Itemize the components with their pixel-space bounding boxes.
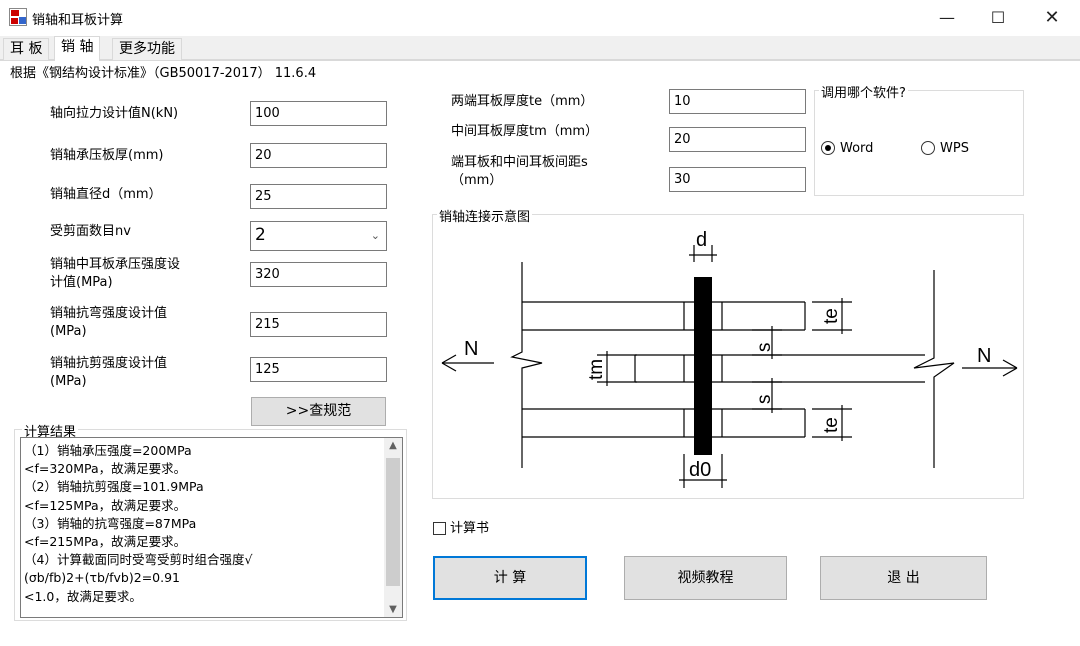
pin-connection-diagram: d d0 N N te te s s tm	[441, 229, 1018, 488]
results-scrollbar[interactable]: ▲ ▼	[384, 438, 402, 617]
maximize-icon[interactable]: ☐	[975, 0, 1021, 36]
bending-strength-label-2: (MPa)	[50, 324, 87, 339]
shear-planes-select[interactable]: 2 ⌄	[250, 221, 387, 251]
tab-more-functions[interactable]: 更多功能	[112, 38, 182, 60]
calculate-button[interactable]: 计 算	[433, 556, 587, 600]
diagram-label-s-bottom: s	[754, 395, 775, 405]
bearing-plate-label: 销轴承压板厚(mm)	[50, 148, 164, 163]
video-tutorial-button[interactable]: 视频教程	[624, 556, 787, 600]
end-plate-label: 两端耳板厚度te（mm）	[451, 94, 594, 109]
software-title: 调用哪个软件?	[819, 82, 908, 101]
lookup-code-button[interactable]: >>查规范	[251, 397, 386, 426]
bending-strength-label-1: 销轴抗弯强度设计值	[50, 306, 168, 321]
scroll-down-icon[interactable]: ▼	[384, 604, 402, 615]
shear-strength-label-1: 销轴抗剪强度设计值	[50, 356, 168, 371]
diagram-label-n-right: N	[977, 345, 991, 367]
bearing-plate-input[interactable]: 20	[250, 143, 387, 168]
wps-radio[interactable]	[921, 141, 935, 155]
results-text: （1）销轴承压强度=200MPa <f=320MPa，故满足要求。 （2）销轴抗…	[24, 443, 253, 604]
chevron-down-icon: ⌄	[370, 229, 380, 242]
axial-force-label: 轴向拉力设计值N(kN)	[50, 106, 179, 121]
spacing-label-1: 端耳板和中间耳板间距s	[451, 155, 588, 170]
word-radio[interactable]	[821, 141, 835, 155]
diameter-label: 销轴直径d（mm）	[50, 187, 162, 202]
diagram-label-te-bottom: te	[821, 417, 842, 433]
tab-ear-plate[interactable]: 耳 板	[3, 38, 50, 60]
diagram-label-n-left: N	[464, 338, 478, 360]
diagram-label-d: d	[696, 229, 707, 251]
standard-reference: 根据《钢结构设计标准》（GB50017-2017） 11.6.4	[10, 66, 317, 81]
app-icon	[9, 8, 27, 26]
mid-plate-input[interactable]: 20	[669, 127, 806, 152]
pin-rect	[694, 277, 712, 455]
bearing-strength-input[interactable]: 320	[250, 262, 387, 287]
exit-button[interactable]: 退 出	[820, 556, 987, 600]
bearing-strength-label-1: 销轴中耳板承压强度设	[50, 257, 181, 272]
shear-strength-label-2: (MPa)	[50, 374, 87, 389]
mid-plate-label: 中间耳板厚度tm（mm）	[451, 124, 599, 139]
diagram-label-d0: d0	[689, 459, 711, 481]
tab-pin[interactable]: 销 轴	[54, 36, 101, 61]
word-label[interactable]: Word	[840, 140, 873, 157]
axial-force-input[interactable]: 100	[250, 101, 387, 126]
bearing-strength-label-2: 计值(MPa)	[50, 275, 113, 290]
diameter-input[interactable]: 25	[250, 184, 387, 209]
bending-strength-input[interactable]: 215	[250, 312, 387, 337]
diagram-label-s-top: s	[754, 343, 775, 353]
scroll-thumb[interactable]	[386, 458, 400, 586]
spacing-label-2: （mm）	[451, 173, 503, 188]
close-icon[interactable]: ✕	[1029, 0, 1075, 36]
minimize-icon[interactable]: —	[924, 0, 970, 36]
report-checkbox-label[interactable]: 计算书	[450, 520, 489, 537]
diagram-label-te-top: te	[821, 308, 842, 324]
diagram-label-tm: tm	[586, 359, 607, 380]
report-checkbox[interactable]	[433, 522, 446, 535]
shear-strength-input[interactable]: 125	[250, 357, 387, 382]
results-textbox[interactable]: （1）销轴承压强度=200MPa <f=320MPa，故满足要求。 （2）销轴抗…	[20, 437, 403, 618]
spacing-input[interactable]: 30	[669, 167, 806, 192]
shear-planes-value: 2	[255, 225, 266, 245]
scroll-up-icon[interactable]: ▲	[384, 440, 402, 451]
window-title: 销轴和耳板计算	[32, 13, 124, 28]
end-plate-input[interactable]: 10	[669, 89, 806, 114]
shear-planes-label: 受剪面数目nv	[50, 224, 131, 239]
wps-label[interactable]: WPS	[940, 140, 969, 157]
title-bar	[0, 0, 1080, 36]
